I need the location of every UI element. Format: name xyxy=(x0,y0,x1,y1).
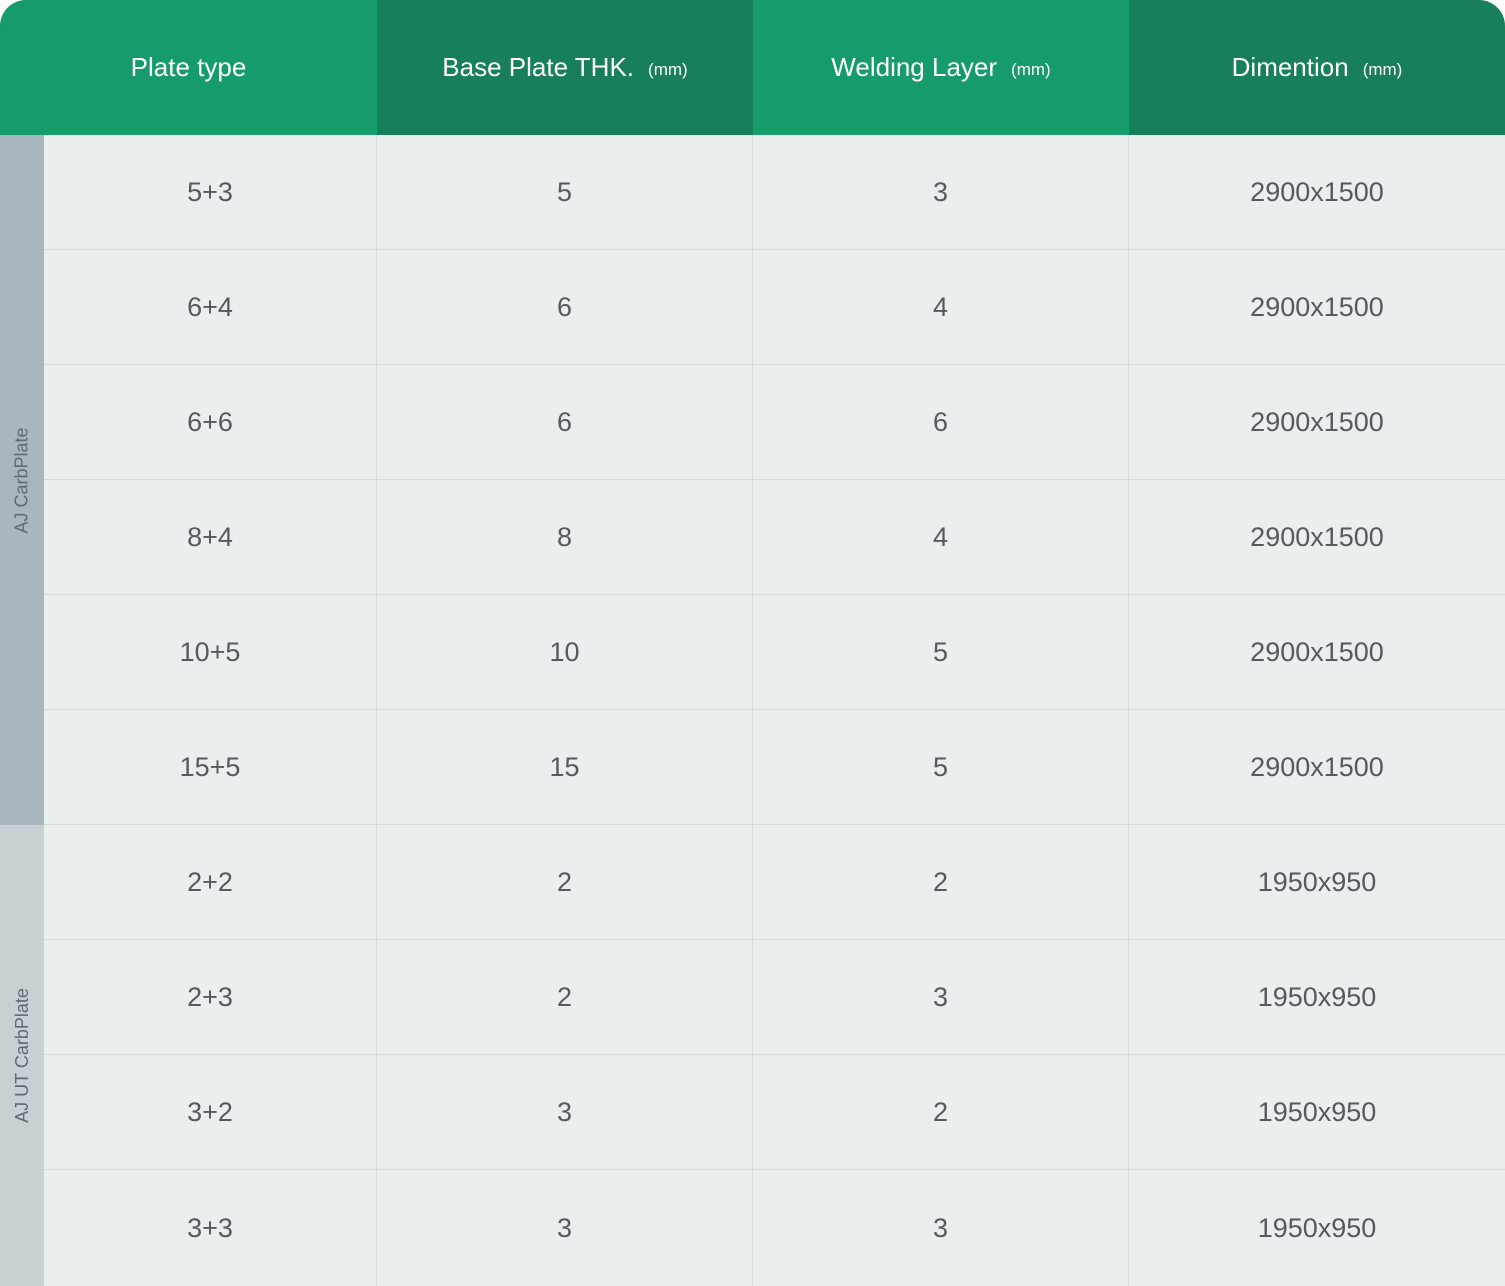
table-row: 10+5 10 5 2900x1500 xyxy=(44,595,1505,710)
table-body: 5+3 5 3 2900x1500 6+4 6 4 2900x1500 6+6 … xyxy=(44,135,1505,1286)
cell-plate-type: 3+3 xyxy=(44,1170,377,1286)
plate-spec-table: Plate type Base Plate THK. (mm) Welding … xyxy=(0,0,1505,1286)
cell-base-plate-thk: 6 xyxy=(377,365,753,479)
cell-plate-type: 15+5 xyxy=(44,710,377,824)
cell-dimension: 1950x950 xyxy=(1257,981,1377,1012)
cell-dimension: 2900x1500 xyxy=(1250,291,1384,322)
header-dimension-label: Dimention xyxy=(1231,52,1349,82)
cell-plate-type: 2+3 xyxy=(44,940,377,1054)
cell-welding-layer: 5 xyxy=(753,595,1129,709)
cell-welding-layer: 3 xyxy=(753,940,1129,1054)
cell-dimension: 2900x1500 xyxy=(1250,751,1384,782)
cell-dimension: 1950x950 xyxy=(1257,1096,1377,1127)
cell-welding-layer: 4 xyxy=(753,480,1129,594)
cell-welding-layer: 2 xyxy=(753,825,1129,939)
header-plate-type-label: Plate type xyxy=(130,52,247,82)
cell-base-plate-thk: 3 xyxy=(377,1170,753,1286)
group-label-aj-carbplate: AJ CarbPlate xyxy=(11,426,32,534)
table-row: 6+4 6 4 2900x1500 xyxy=(44,250,1505,365)
cell-base-plate-thk: 10 xyxy=(377,595,753,709)
header-base-plate-thk-label: Base Plate THK. xyxy=(442,52,635,82)
cell-plate-type: 10+5 xyxy=(44,595,377,709)
group-label-aj-ut-carbplate: AJ UT CarbPlate xyxy=(11,988,32,1123)
table-header: Plate type Base Plate THK. (mm) Welding … xyxy=(0,0,1505,135)
cell-dimension: 1950x950 xyxy=(1257,1212,1377,1243)
header-dimension-unit: (mm) xyxy=(1362,59,1403,79)
header-base-plate-thk-unit: (mm) xyxy=(648,59,688,79)
header-welding-layer-label: Welding Layer xyxy=(831,52,998,82)
cell-dimension: 2900x1500 xyxy=(1250,636,1384,667)
cell-plate-type: 6+6 xyxy=(44,365,377,479)
cell-plate-type: 6+4 xyxy=(44,250,377,364)
header-welding-layer-unit: (mm) xyxy=(1011,59,1051,79)
table-row: 2+3 2 3 1950x950 xyxy=(44,940,1505,1055)
table-row: 2+2 2 2 1950x950 xyxy=(44,825,1505,940)
table-row: 3+3 3 3 1950x950 xyxy=(44,1170,1505,1286)
header-dimension: Dimention (mm) xyxy=(1129,0,1505,135)
table-row: 5+3 5 3 2900x1500 xyxy=(44,135,1505,250)
table-row: 3+2 3 2 1950x950 xyxy=(44,1055,1505,1170)
cell-base-plate-thk: 5 xyxy=(377,135,753,249)
cell-base-plate-thk: 8 xyxy=(377,480,753,594)
header-welding-layer: Welding Layer (mm) xyxy=(753,0,1129,135)
cell-dimension: 2900x1500 xyxy=(1250,406,1384,437)
cell-plate-type: 3+2 xyxy=(44,1055,377,1169)
cell-welding-layer: 2 xyxy=(753,1055,1129,1169)
cell-welding-layer: 5 xyxy=(753,710,1129,824)
cell-base-plate-thk: 3 xyxy=(377,1055,753,1169)
cell-welding-layer: 4 xyxy=(753,250,1129,364)
cell-base-plate-thk: 6 xyxy=(377,250,753,364)
cell-dimension: 2900x1500 xyxy=(1250,521,1384,552)
header-plate-type: Plate type xyxy=(0,0,377,135)
cell-dimension: 1950x950 xyxy=(1257,866,1377,897)
group-band-aj-carbplate: AJ CarbPlate xyxy=(0,135,44,825)
table-row: 6+6 6 6 2900x1500 xyxy=(44,365,1505,480)
cell-welding-layer: 6 xyxy=(753,365,1129,479)
cell-plate-type: 5+3 xyxy=(44,135,377,249)
cell-base-plate-thk: 2 xyxy=(377,940,753,1054)
cell-dimension: 2900x1500 xyxy=(1250,176,1384,207)
cell-base-plate-thk: 2 xyxy=(377,825,753,939)
cell-welding-layer: 3 xyxy=(753,135,1129,249)
cell-base-plate-thk: 15 xyxy=(377,710,753,824)
group-band-aj-ut-carbplate: AJ UT CarbPlate xyxy=(0,825,44,1286)
table-row: 15+5 15 5 2900x1500 xyxy=(44,710,1505,825)
table-row: 8+4 8 4 2900x1500 xyxy=(44,480,1505,595)
cell-plate-type: 2+2 xyxy=(44,825,377,939)
header-base-plate-thk: Base Plate THK. (mm) xyxy=(377,0,753,135)
cell-welding-layer: 3 xyxy=(753,1170,1129,1286)
cell-plate-type: 8+4 xyxy=(44,480,377,594)
